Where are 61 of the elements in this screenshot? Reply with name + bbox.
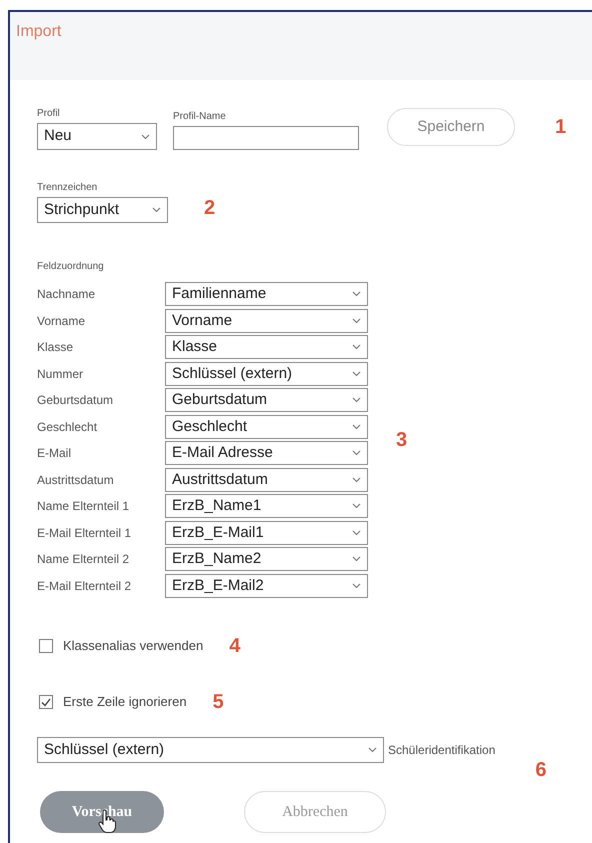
chevron-down-icon [352,291,361,298]
annotation-number: 4 [229,634,240,659]
checkbox-label: Erste Zeile ignorieren [63,693,187,712]
checkbox-label: Klassenalias verwenden [63,637,204,656]
annotation-number: 1 [555,115,566,140]
field-label: Geschlecht [37,418,98,436]
field-label: Profil [37,107,61,121]
field-label: Klasse [37,339,74,356]
field-label: Nummer [37,366,84,383]
annotation-number: 2 [204,196,216,221]
field-label: E-Mail Elternteil 1 [37,524,132,542]
field-label: Geburtsdatum [37,392,114,410]
chevron-down-icon [352,450,361,456]
annotation-number: 5 [212,690,224,715]
chevron-down-icon [141,134,150,140]
field-label: Profil-Name [173,110,227,124]
chevron-down-icon [352,556,361,562]
field-label: Nachname [37,286,96,304]
checkbox[interactable] [39,639,53,653]
chevron-down-icon [352,318,361,324]
dropdown[interactable]: ErzB_E-Mail2 [165,574,368,598]
profile-name-field[interactable] [173,126,359,150]
chevron-down-icon [152,207,161,213]
dropdown[interactable]: Strichpunkt [37,197,168,223]
chevron-down-icon [352,370,361,377]
dropdown[interactable]: Neu [37,123,157,150]
dropdown[interactable]: ErzB_E-Mail1 [165,520,368,545]
dropdown[interactable]: Geburtsdatum [165,388,368,412]
dropdown[interactable]: Schlüssel (extern) [165,362,368,386]
field-label: Name Elternteil 2 [37,551,130,568]
checkbox[interactable] [39,695,53,709]
field-label: E-Mail [37,445,72,462]
dropdown[interactable]: E-Mail Adresse [165,441,368,466]
chevron-down-icon [352,344,361,350]
dropdown[interactable]: Geschlecht [165,414,368,439]
field-label: Name Elternteil 1 [37,498,130,516]
chevron-down-icon [352,397,361,404]
dropdown[interactable]: ErzB_Name1 [165,494,368,518]
dropdown[interactable]: Vorname [165,308,368,333]
save-button[interactable]: Speichern [387,108,515,146]
chevron-down-icon [352,503,361,510]
dropdown[interactable]: Schlüssel (extern) [37,737,384,763]
chevron-down-icon [352,582,361,589]
dropdown[interactable]: Austrittsdatum [165,468,368,492]
dropdown[interactable]: Familienname [165,282,368,306]
section-label: Feldzuordnung [37,261,104,272]
annotation-number: 6 [535,758,547,783]
chevron-down-icon [352,424,361,430]
dropdown[interactable]: Klasse [165,335,368,360]
field-label: E-Mail Elternteil 2 [37,578,132,595]
chevron-down-icon [352,476,361,483]
field-label: Austrittsdatum [37,472,115,489]
window-title: Import [16,23,62,40]
chevron-down-icon [368,747,377,753]
field-label: Trennzeichen [37,181,98,195]
annotation-number: 3 [396,428,408,453]
checkmark-icon [41,698,51,706]
dropdown[interactable]: ErzB_Name2 [165,547,368,572]
field-label: Vorname [37,312,86,330]
chevron-down-icon [352,530,361,536]
field-label: Schüleridentifikation [388,742,496,759]
